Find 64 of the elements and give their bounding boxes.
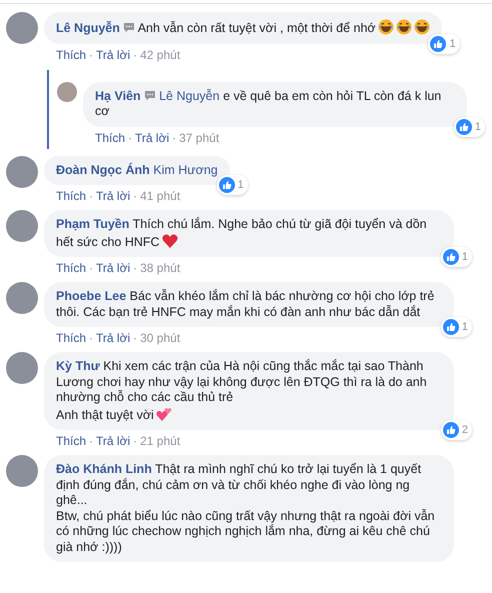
avatar[interactable] bbox=[6, 352, 38, 384]
comment-time: 37 phút bbox=[179, 130, 220, 144]
separator-dot: · bbox=[133, 189, 138, 203]
author-name[interactable]: Kỳ Thư bbox=[56, 359, 100, 373]
separator-dot: · bbox=[89, 331, 94, 345]
author-name[interactable]: Đoàn Ngọc Ánh bbox=[56, 162, 150, 176]
thumbs-up-icon bbox=[442, 422, 459, 438]
author-name[interactable]: Đào Khánh Linh bbox=[56, 462, 152, 476]
like-count: 1 bbox=[462, 320, 468, 334]
separator-dot: · bbox=[128, 130, 132, 144]
thumbs-up-icon bbox=[456, 118, 472, 134]
comment-action-link[interactable]: Trả lời bbox=[96, 189, 130, 203]
thumbs-up-icon bbox=[442, 249, 459, 265]
avatar[interactable] bbox=[6, 12, 38, 44]
like-count: 1 bbox=[449, 36, 456, 50]
separator-dot: · bbox=[133, 434, 138, 448]
separator-dot: · bbox=[89, 189, 94, 203]
comment-time: 41 phút bbox=[140, 189, 180, 203]
thumbs-up-icon bbox=[430, 36, 446, 52]
comment-text: Đào Khánh Linh Thật ra mình nghĩ chú ko trở lại tuyển là 1 quyết định đúng đắn, chú cảm ơn và từ chối khéo nghe đi vào lòng ng ghê... Btw, chú phát biểu lúc nào cũng trất vậy nhưng thật ra ngoài đời vẫn có những lúc chechow nghịch nghịch lắm nha, đừng ai kêu chê chú già nhớ :)))) bbox=[56, 462, 435, 554]
comment-action-link[interactable]: Trả lời bbox=[96, 331, 130, 345]
mention-link[interactable]: Lê Nguyễn bbox=[159, 88, 220, 102]
avatar[interactable] bbox=[57, 82, 77, 102]
separator-dot: · bbox=[89, 48, 94, 62]
comment-action-link[interactable]: Thích bbox=[56, 48, 86, 62]
comment-action-link[interactable]: Thích bbox=[56, 261, 86, 275]
comment-action-link[interactable]: Trả lời bbox=[96, 48, 130, 62]
comment-action-link[interactable]: Trả lời bbox=[135, 130, 170, 144]
comment-text: Kỳ Thư Khi xem các trận của Hà nội cũng thắc mắc tại sao Thành Lương chơi hay như vậy lại không được lên ĐTQG thì ra là do anh nhường chỗ cho các cầu thủ trẻ Anh thật tuyệt vời bbox=[56, 359, 427, 422]
comment-text: Hạ Viên Lê Nguyễn e về quê ba em còn hỏi TL còn đá k lun cơ bbox=[95, 88, 442, 118]
thumbs-up-icon bbox=[218, 177, 235, 193]
separator-dot: · bbox=[133, 48, 138, 62]
separator-dot: · bbox=[133, 261, 138, 275]
separator-dot: · bbox=[89, 434, 94, 448]
avatar[interactable] bbox=[6, 282, 38, 314]
comment-time: 30 phút bbox=[140, 331, 180, 345]
comment-action-link[interactable]: Thích bbox=[56, 331, 86, 345]
comment-text: Phạm Tuyền Thích chú lắm. Nghe bảo chú từ giã đội tuyển và dồn hết sức cho HNFC bbox=[56, 217, 427, 248]
like-count: 2 bbox=[462, 423, 468, 437]
separator-dot: · bbox=[133, 331, 138, 345]
like-count: 1 bbox=[474, 120, 481, 134]
author-name[interactable]: Phạm Tuyền bbox=[56, 217, 130, 231]
author-name[interactable]: Lê Nguyễn bbox=[56, 21, 120, 35]
author-name[interactable]: Phoebe Lee bbox=[56, 289, 126, 303]
like-count: 1 bbox=[238, 178, 244, 192]
comment-action-link[interactable]: Thích bbox=[56, 189, 86, 203]
comment-action-link[interactable]: Trả lời bbox=[96, 261, 130, 275]
avatar[interactable] bbox=[6, 455, 38, 487]
comment-time: 38 phút bbox=[140, 261, 180, 275]
comment-action-link[interactable]: Thích bbox=[56, 434, 86, 448]
separator-dot: · bbox=[172, 130, 176, 144]
mention-link[interactable]: Kim Hương bbox=[153, 162, 218, 176]
author-name[interactable]: Hạ Viên bbox=[95, 88, 141, 102]
comment-time: 21 phút bbox=[140, 434, 180, 448]
avatar[interactable] bbox=[6, 156, 38, 188]
comment-text: Phoebe Lee Bác vẫn khéo lắm chỉ là bác nhường cơ hội cho lớp trẻ thôi. Các bạn trẻ HNFC may mắn khi có đàn anh như bác dẫn dắt bbox=[56, 289, 434, 318]
comment-time: 42 phút bbox=[140, 48, 180, 62]
comment-action-link[interactable]: Trả lời bbox=[96, 434, 130, 448]
like-count: 1 bbox=[462, 250, 468, 264]
separator-dot: · bbox=[89, 261, 94, 275]
avatar[interactable] bbox=[6, 210, 38, 242]
comment-action-link[interactable]: Thích bbox=[95, 130, 126, 144]
comment-text: Lê Nguyễn Anh vẫn còn rất tuyệt vời , một thời để nhớ bbox=[56, 21, 430, 35]
thumbs-up-icon bbox=[442, 319, 459, 335]
